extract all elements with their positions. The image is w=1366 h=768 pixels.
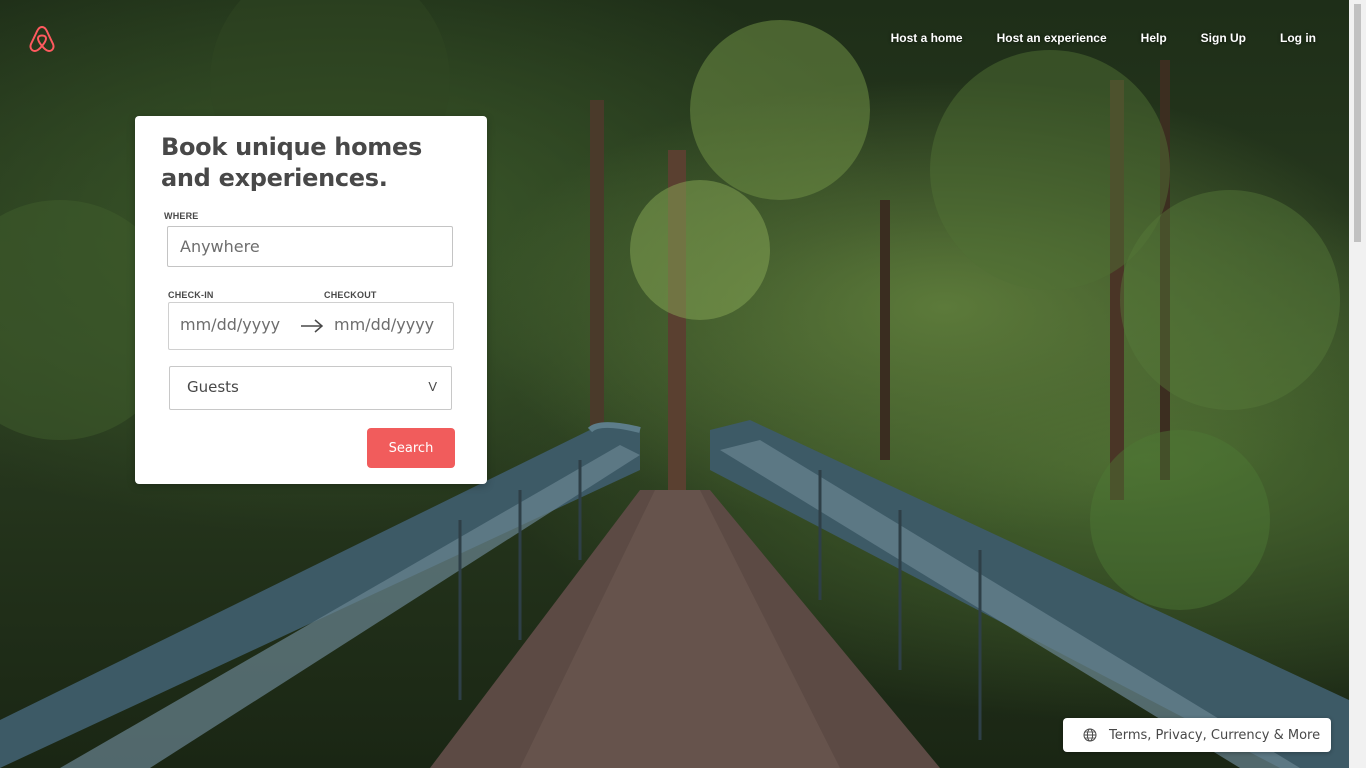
footer-links-button[interactable]: Terms, Privacy, Currency & More bbox=[1063, 718, 1331, 752]
top-nav: Host a home Host an experience Help Sign… bbox=[857, 31, 1316, 45]
date-range-field: mm/dd/yyyy mm/dd/yyyy bbox=[168, 302, 454, 350]
where-input[interactable] bbox=[167, 226, 453, 267]
page-scrollbar[interactable] bbox=[1349, 0, 1366, 768]
checkin-input[interactable]: mm/dd/yyyy bbox=[180, 315, 280, 334]
airbnb-logo-icon[interactable] bbox=[28, 24, 56, 54]
search-card: Book unique homes and experiences. WHERE… bbox=[135, 116, 487, 484]
search-card-title: Book unique homes and experiences. bbox=[161, 133, 422, 192]
search-button[interactable]: Search bbox=[367, 428, 455, 468]
nav-sign-up[interactable]: Sign Up bbox=[1201, 31, 1246, 45]
checkout-input[interactable]: mm/dd/yyyy bbox=[334, 315, 434, 334]
guests-select[interactable]: Guests V bbox=[169, 366, 452, 410]
scrollbar-thumb[interactable] bbox=[1354, 4, 1361, 242]
nav-log-in[interactable]: Log in bbox=[1280, 31, 1316, 45]
nav-host-experience[interactable]: Host an experience bbox=[997, 31, 1107, 45]
footer-links-text: Terms, Privacy, Currency & More bbox=[1109, 727, 1321, 743]
chevron-down-icon: V bbox=[428, 379, 437, 394]
globe-icon bbox=[1083, 728, 1097, 742]
where-label: WHERE bbox=[164, 211, 199, 221]
nav-help[interactable]: Help bbox=[1141, 31, 1167, 45]
checkout-label: CHECKOUT bbox=[324, 290, 377, 300]
arrow-right-icon bbox=[301, 319, 324, 333]
nav-host-home[interactable]: Host a home bbox=[891, 31, 963, 45]
checkin-label: CHECK-IN bbox=[168, 290, 214, 300]
guests-label: Guests bbox=[187, 378, 239, 396]
